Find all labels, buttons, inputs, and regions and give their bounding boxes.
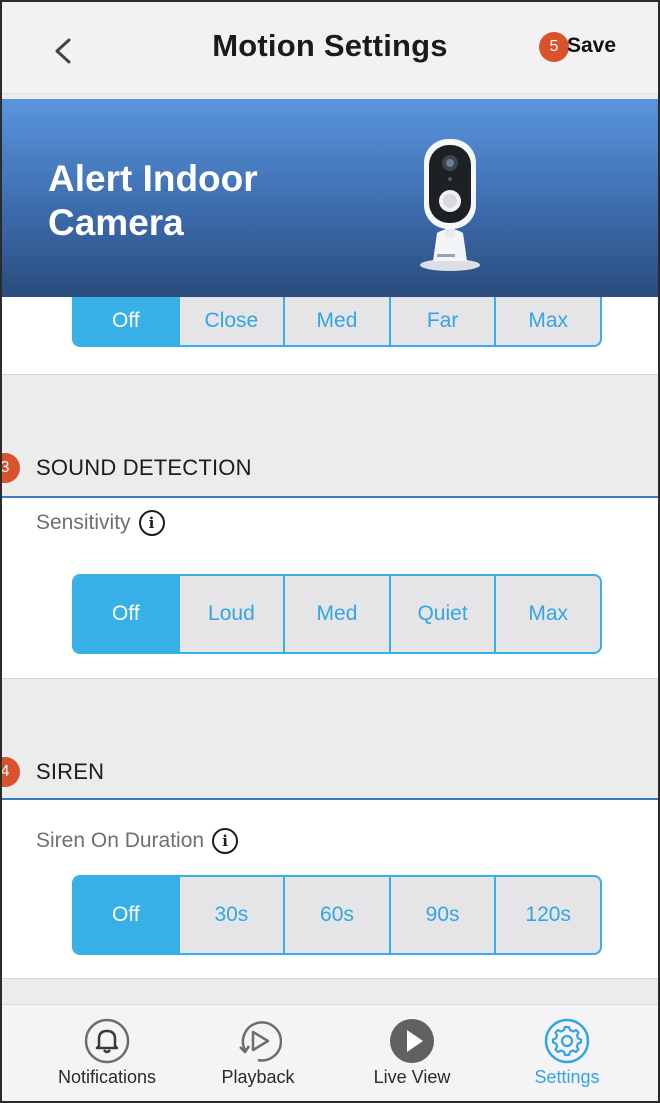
sound-detection-panel: Sensitivity i Off Loud Med Quiet Max xyxy=(2,498,658,678)
section-divider xyxy=(2,978,658,979)
motion-option-med[interactable]: Med xyxy=(283,297,389,345)
siren-duration-label: Siren On Duration xyxy=(36,829,205,852)
sound-option-quiet[interactable]: Quiet xyxy=(388,576,495,652)
sound-sensitivity-selector: Off Loud Med Quiet Max xyxy=(72,574,602,654)
siren-panel: Siren On Duration i Off 30s 60s 90s 120s xyxy=(2,800,658,978)
siren-option-90s[interactable]: 90s xyxy=(388,877,495,953)
tab-playback[interactable]: Playback xyxy=(183,1005,333,1101)
motion-option-far[interactable]: Far xyxy=(388,297,495,345)
step-badge: 3 xyxy=(2,453,20,483)
siren-duration-label-row: Siren On Duration i xyxy=(36,828,239,854)
bottom-navigation: Notifications Playback Live View Setting… xyxy=(2,1004,658,1101)
section-title: SOUND DETECTION xyxy=(36,455,252,480)
tab-label: Live View xyxy=(373,1067,451,1087)
tab-settings[interactable]: Settings xyxy=(492,1005,642,1101)
motion-option-max[interactable]: Max xyxy=(494,297,600,345)
siren-option-30s[interactable]: 30s xyxy=(177,877,284,953)
camera-image xyxy=(420,139,480,271)
sensitivity-label: Sensitivity xyxy=(36,511,131,534)
device-name: Alert Indoor Camera xyxy=(48,158,258,243)
tab-notifications[interactable]: Notifications xyxy=(32,1005,182,1101)
motion-option-close[interactable]: Close xyxy=(177,297,284,345)
motion-detection-panel: Off Close Med Far Max xyxy=(2,297,658,374)
playback-icon xyxy=(239,1021,282,1062)
section-title: SIREN xyxy=(36,759,105,784)
siren-option-120s[interactable]: 120s xyxy=(494,877,600,953)
tab-label: Notifications xyxy=(57,1067,157,1087)
save-button[interactable]: Save xyxy=(567,34,616,58)
step-badge: 5 xyxy=(539,32,569,62)
device-banner: Alert Indoor Camera xyxy=(2,99,658,297)
step-badge: 4 xyxy=(2,757,20,787)
bell-icon xyxy=(84,1018,130,1064)
tab-label: Playback xyxy=(221,1067,295,1087)
app-screen: Motion Settings 5 Save Alert Indoor Came… xyxy=(0,0,660,1103)
sound-option-max[interactable]: Max xyxy=(494,576,600,652)
gear-icon xyxy=(544,1018,590,1064)
sound-option-loud[interactable]: Loud xyxy=(177,576,284,652)
motion-option-off[interactable]: Off xyxy=(74,297,178,345)
motion-sensitivity-selector: Off Close Med Far Max xyxy=(72,297,602,347)
sensitivity-label-row: Sensitivity i xyxy=(36,510,165,536)
tab-label: Settings xyxy=(534,1067,600,1087)
sound-detection-header: 3 SOUND DETECTION xyxy=(2,375,658,497)
sound-option-med[interactable]: Med xyxy=(283,576,389,652)
play-icon xyxy=(390,1019,434,1063)
info-icon[interactable]: i xyxy=(212,828,239,854)
siren-duration-selector: Off 30s 60s 90s 120s xyxy=(72,875,602,955)
info-icon[interactable]: i xyxy=(138,510,165,536)
tab-live-view[interactable]: Live View xyxy=(337,1005,487,1101)
siren-option-off[interactable]: Off xyxy=(74,877,178,953)
siren-header: 4 SIREN xyxy=(2,679,658,799)
siren-option-60s[interactable]: 60s xyxy=(283,877,389,953)
top-navigation-bar: Motion Settings 5 Save xyxy=(2,2,658,94)
sound-option-off[interactable]: Off xyxy=(74,576,178,652)
